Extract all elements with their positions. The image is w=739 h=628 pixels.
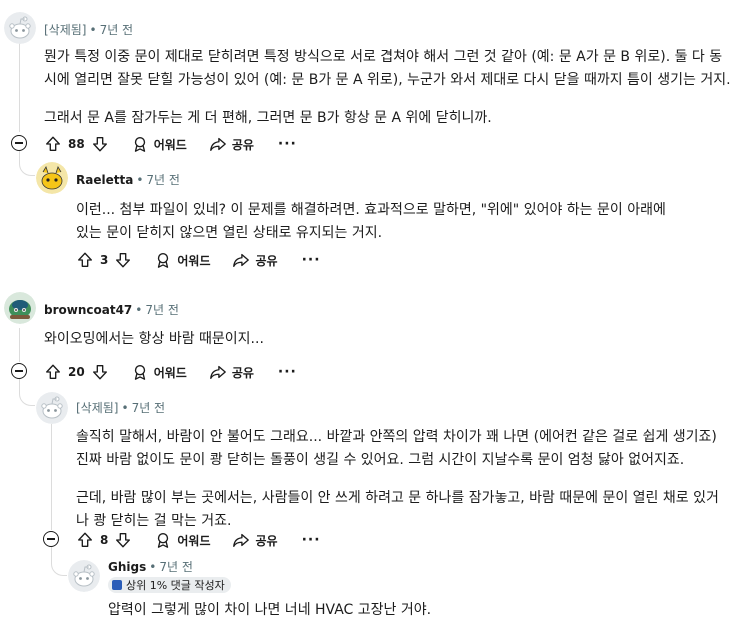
comment-meta: Ghigs • 7년 전	[108, 560, 193, 574]
upvote-icon[interactable]	[76, 531, 94, 549]
comment-paragraph: 이런... 첨부 파일이 있네? 이 문제를 해결하려면. 효과적으로 말하면,…	[76, 202, 666, 241]
share-label: 공유	[231, 365, 254, 380]
comment-time: 7년 전	[99, 23, 134, 37]
thread-connector	[19, 378, 35, 406]
thread-line	[19, 40, 20, 132]
more-options-button[interactable]: ···	[278, 136, 297, 152]
comment-paragraph: 압력이 그렇게 많이 차이 나면 너네 HVAC 고장난 거야.	[108, 602, 432, 618]
share-icon	[232, 251, 250, 269]
more-options-button[interactable]: ···	[302, 532, 321, 548]
comment-body: 압력이 그렇게 많이 차이 나면 너네 HVAC 고장난 거야.	[108, 599, 708, 628]
comment-author[interactable]: Raeletta	[76, 173, 133, 187]
downvote-icon[interactable]	[114, 531, 132, 549]
thread-line	[19, 328, 20, 362]
thread-connector	[19, 150, 35, 176]
avatar[interactable]	[4, 12, 36, 44]
more-options-button[interactable]: ···	[278, 364, 297, 380]
comment-author: [삭제됨]	[44, 23, 87, 37]
avatar[interactable]	[4, 292, 36, 324]
award-label: 어워드	[153, 137, 187, 152]
flair-label: 상위 1% 댓글 작성자	[126, 579, 225, 592]
comment-author[interactable]: browncoat47	[44, 303, 132, 317]
snoo-avatar-icon	[4, 292, 36, 324]
snoo-avatar-icon	[36, 162, 68, 194]
vote-group: 8	[76, 531, 132, 549]
downvote-icon[interactable]	[114, 251, 132, 269]
share-button[interactable]: 공유	[232, 251, 278, 269]
vote-count: 88	[68, 137, 85, 151]
vote-group: 88	[44, 135, 109, 153]
share-button[interactable]: 공유	[209, 135, 254, 153]
vote-group: 3	[76, 251, 132, 269]
vote-count: 3	[100, 253, 109, 267]
comment-author[interactable]: Ghigs	[108, 560, 146, 574]
comment-actions: 88 어워드 공유 ···	[44, 132, 297, 156]
thread-connector	[51, 546, 67, 576]
comment-time: 7년 전	[131, 401, 166, 415]
snoo-avatar-icon	[68, 560, 100, 592]
share-label: 공유	[255, 533, 278, 548]
award-button[interactable]: 어워드	[131, 363, 187, 381]
award-label: 어워드	[177, 533, 211, 548]
downvote-icon[interactable]	[91, 135, 109, 153]
thread-line	[51, 424, 52, 530]
award-label: 어워드	[177, 253, 211, 268]
avatar[interactable]	[36, 162, 68, 194]
comment-actions: 8 어워드 공유 ···	[76, 528, 321, 552]
upvote-icon[interactable]	[76, 251, 94, 269]
share-label: 공유	[255, 253, 278, 268]
comment-meta: Raeletta • 7년 전	[76, 173, 180, 187]
vote-group: 20	[44, 363, 109, 381]
comment-time: 7년 전	[159, 560, 193, 574]
award-button[interactable]: 어워드	[154, 531, 210, 549]
share-button[interactable]: 공유	[232, 531, 278, 549]
avatar[interactable]	[36, 392, 68, 424]
comment-body: 뭔가 특정 이중 문이 제대로 닫히려면 특정 방식으로 서로 겹쳐야 해서 그…	[44, 46, 734, 145]
share-icon	[209, 363, 227, 381]
comment-paragraph: 솔직히 말해서, 바람이 안 불어도 그래요... 바깥과 안쪽의 압력 차이가…	[76, 429, 717, 468]
share-icon	[209, 135, 227, 153]
snoo-avatar-icon	[36, 392, 68, 424]
collapse-icon[interactable]	[11, 363, 27, 379]
vote-count: 8	[100, 533, 109, 547]
award-icon	[154, 531, 172, 549]
comment-paragraph: 근데, 바람 많이 부는 곳에서는, 사람들이 안 쓰게 하려고 문 하나를 잠…	[76, 490, 719, 529]
collapse-icon[interactable]	[43, 531, 59, 547]
share-button[interactable]: 공유	[209, 363, 254, 381]
comment-paragraph: 그래서 문 A를 잠가두는 게 더 편해, 그러면 문 B가 항상 문 A 위에…	[44, 110, 492, 126]
comment-meta: [삭제됨] • 7년 전	[76, 401, 166, 415]
comment-paragraph: 와이오밍에서는 항상 바람 때문이지...	[44, 331, 264, 347]
upvote-icon[interactable]	[44, 363, 62, 381]
collapse-icon[interactable]	[11, 135, 27, 151]
award-icon	[131, 135, 149, 153]
snoo-avatar-icon	[4, 12, 36, 44]
more-options-button[interactable]: ···	[302, 252, 321, 268]
vote-count: 20	[68, 365, 85, 379]
avatar[interactable]	[68, 560, 100, 592]
upvote-icon[interactable]	[44, 135, 62, 153]
comment-meta: browncoat47 • 7년 전	[44, 303, 179, 317]
award-button[interactable]: 어워드	[131, 135, 187, 153]
award-icon	[154, 251, 172, 269]
comment-meta: [삭제됨] • 7년 전	[44, 23, 134, 37]
award-icon	[131, 363, 149, 381]
award-label: 어워드	[153, 365, 187, 380]
comment-author: [삭제됨]	[76, 401, 119, 415]
share-label: 공유	[231, 137, 254, 152]
comment-actions: 3 어워드 공유 ···	[76, 248, 321, 272]
downvote-icon[interactable]	[91, 363, 109, 381]
comment-time: 7년 전	[145, 303, 179, 317]
share-icon	[232, 531, 250, 549]
award-button[interactable]: 어워드	[154, 251, 210, 269]
comment-paragraph: 뭔가 특정 이중 문이 제대로 닫히려면 특정 방식으로 서로 겹쳐야 해서 그…	[44, 49, 731, 88]
flair-icon	[112, 580, 122, 590]
comment-actions: 20 어워드 공유 ···	[44, 360, 297, 384]
user-flair-badge: 상위 1% 댓글 작성자	[108, 577, 231, 593]
comment-time: 7년 전	[146, 173, 180, 187]
